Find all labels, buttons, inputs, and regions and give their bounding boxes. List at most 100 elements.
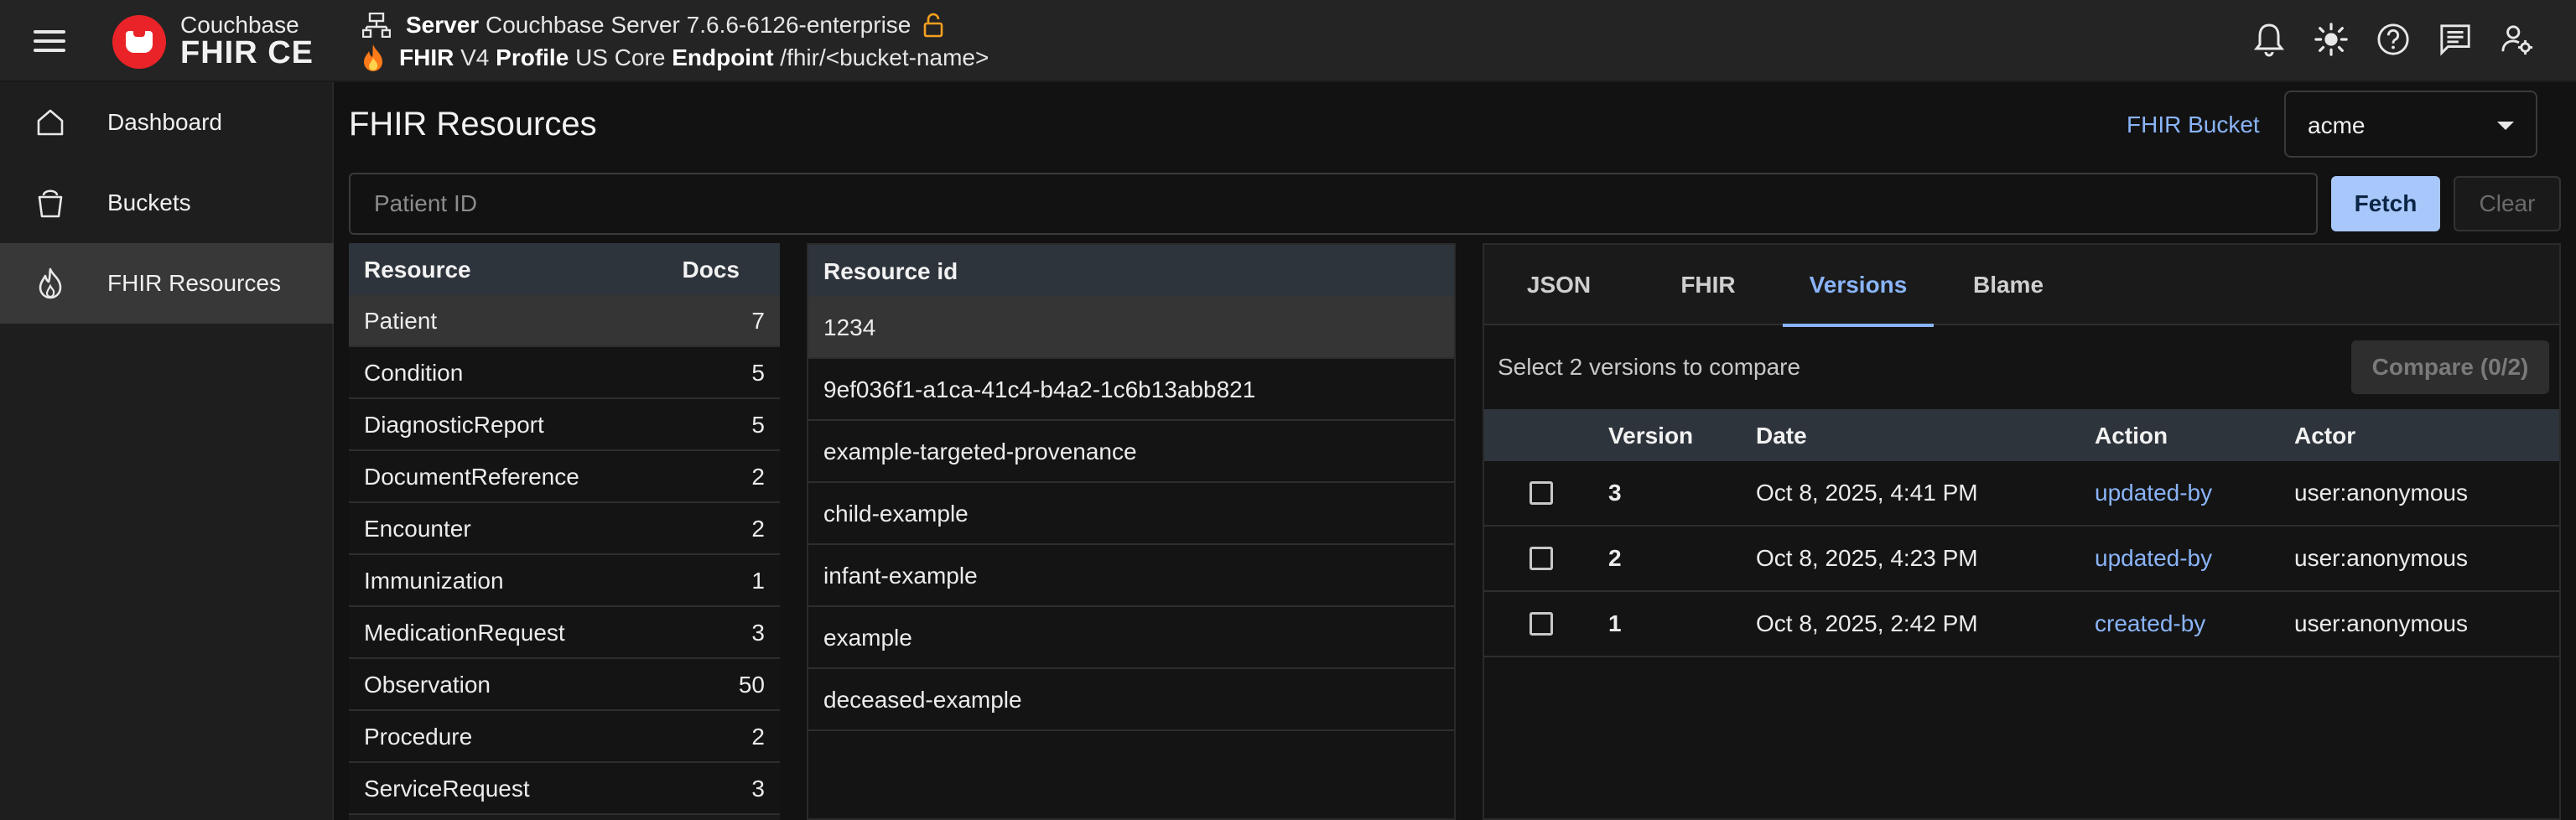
version-date: Oct 8, 2025, 4:41 PM — [1756, 480, 1978, 506]
table-row[interactable]: Condition 5 — [349, 347, 780, 399]
table-row[interactable]: DocumentReference 2 — [349, 451, 780, 503]
profile-value: US Core — [575, 44, 666, 70]
fhir-version: V4 — [460, 44, 490, 70]
column-header-actor: Actor — [2294, 423, 2356, 449]
version-date: Oct 8, 2025, 4:23 PM — [1756, 545, 1978, 571]
sidebar-item-label: Dashboard — [107, 109, 222, 135]
fire-icon — [35, 267, 65, 300]
server-info: Server Couchbase Server 7.6.6-6126-enter… — [362, 12, 944, 39]
table-row: 3 Oct 8, 2025, 4:41 PM updated-by user:anon… — [1484, 461, 2559, 527]
feedback-icon[interactable] — [2438, 20, 2472, 59]
resource-name: Patient — [364, 308, 438, 334]
version-action-link[interactable]: updated-by — [2095, 545, 2212, 572]
resource-doc-count: 2 — [751, 464, 765, 490]
fhir-info: FHIR V4 Profile US Core Endpoint /fhir/<… — [361, 44, 989, 72]
version-checkbox[interactable] — [1530, 481, 1553, 505]
version-number: 2 — [1608, 545, 1622, 571]
table-row[interactable]: child-example — [808, 483, 1454, 545]
column-header-version: Version — [1608, 423, 1694, 449]
resource-id: example-targeted-provenance — [823, 439, 1137, 464]
column-header-date: Date — [1756, 423, 1807, 449]
compare-hint: Select 2 versions to compare — [1498, 354, 1801, 380]
table-row[interactable]: 9ef036f1-a1ca-41c4-b4a2-1c6b13abb821 — [808, 359, 1454, 421]
table-row[interactable]: 1234 — [808, 297, 1454, 359]
tab-blame[interactable]: Blame — [1934, 245, 2083, 325]
version-checkbox[interactable] — [1530, 547, 1553, 570]
endpoint-label: Endpoint — [672, 44, 774, 70]
resource-name: Immunization — [364, 568, 504, 594]
patient-id-input[interactable] — [349, 173, 2318, 235]
fhir-bucket-label: FHIR Bucket — [2127, 112, 2260, 138]
table-row[interactable]: DiagnosticReport 5 — [349, 399, 780, 451]
column-header-resource-id: Resource id — [823, 258, 958, 284]
server-version: Couchbase Server 7.6.6-6126-enterprise — [485, 12, 911, 38]
table-row: 1 Oct 8, 2025, 2:42 PM created-by user:anon… — [1484, 592, 2559, 657]
resource-doc-count: 3 — [751, 776, 765, 802]
menu-icon[interactable] — [34, 29, 67, 54]
endpoint-value: /fhir/<bucket-name> — [780, 44, 989, 70]
bucket-icon — [35, 186, 65, 220]
resource-name: ServiceRequest — [364, 776, 530, 802]
resource-id: 9ef036f1-a1ca-41c4-b4a2-1c6b13abb821 — [823, 376, 1256, 402]
column-header-resource: Resource — [364, 257, 471, 283]
server-network-icon — [362, 13, 391, 38]
resource-name: MedicationRequest — [364, 620, 565, 646]
column-header-action: Action — [2095, 423, 2168, 449]
tab-versions[interactable]: Versions — [1783, 245, 1934, 327]
column-header-docs: Docs — [682, 257, 740, 283]
table-header: Resource Docs — [349, 243, 780, 295]
brightness-icon[interactable] — [2314, 20, 2348, 59]
page-title: FHIR Resources — [349, 106, 597, 143]
sidebar-item-fhir-resources[interactable]: FHIR Resources — [0, 243, 334, 324]
table-row[interactable]: Patient 7 — [349, 295, 780, 347]
lock-open-icon[interactable] — [922, 13, 944, 38]
bucket-select-value: acme — [2308, 112, 2366, 138]
account-settings-icon[interactable] — [2501, 20, 2534, 59]
sidebar-item-label: Buckets — [107, 189, 191, 215]
table-row[interactable]: Procedure 2 — [349, 711, 780, 763]
resource-doc-count: 2 — [751, 724, 765, 750]
tab-json[interactable]: JSON — [1484, 245, 1633, 325]
table-row[interactable]: ServiceRequest 3 — [349, 763, 780, 815]
sidebar: Dashboard Buckets FHIR Resources — [0, 82, 334, 820]
fhir-label: FHIR — [399, 44, 454, 70]
bell-icon[interactable] — [2252, 20, 2286, 59]
resource-id-table: Resource id 1234 9ef036f1-a1ca-41c4-b4a2-… — [807, 243, 1456, 820]
brand-line-2: FHIR CE — [180, 35, 314, 70]
table-row[interactable]: Encounter 2 — [349, 503, 780, 555]
version-checkbox[interactable] — [1530, 612, 1553, 636]
table-row[interactable]: MedicationRequest 3 — [349, 607, 780, 659]
resource-name: DiagnosticReport — [364, 412, 544, 438]
table-row[interactable]: infant-example — [808, 545, 1454, 607]
resource-doc-count: 5 — [751, 360, 765, 386]
clear-button[interactable]: Clear — [2454, 176, 2561, 231]
home-icon — [35, 106, 65, 139]
resource-doc-count: 5 — [751, 412, 765, 438]
compare-button[interactable]: Compare (0/2) — [2351, 340, 2549, 394]
resource-id: example — [823, 625, 912, 651]
table-row[interactable]: example-targeted-provenance — [808, 421, 1454, 483]
sidebar-item-dashboard[interactable]: Dashboard — [0, 82, 334, 163]
version-action-link[interactable]: created-by — [2095, 610, 2205, 637]
resource-id: deceased-example — [823, 687, 1022, 713]
sidebar-item-label: FHIR Resources — [107, 270, 281, 296]
version-action-link[interactable]: updated-by — [2095, 480, 2212, 506]
fetch-button[interactable]: Fetch — [2331, 176, 2440, 231]
resource-name: Condition — [364, 360, 464, 386]
bucket-select[interactable]: acme — [2284, 91, 2537, 158]
version-actor: user:anonymous — [2294, 610, 2469, 636]
versions-table-header: Version Date Action Actor — [1484, 409, 2559, 461]
fhir-fire-icon — [364, 44, 382, 71]
sidebar-item-buckets[interactable]: Buckets — [0, 163, 334, 243]
table-row[interactable]: Observation 50 — [349, 659, 780, 711]
table-row[interactable]: Immunization 1 — [349, 555, 780, 607]
table-row[interactable]: deceased-example — [808, 669, 1454, 731]
table-row[interactable]: example — [808, 607, 1454, 669]
help-icon[interactable] — [2376, 20, 2410, 59]
couchbase-logo — [112, 15, 166, 69]
version-actor: user:anonymous — [2294, 480, 2469, 506]
version-actor: user:anonymous — [2294, 545, 2469, 571]
profile-label: Profile — [496, 44, 569, 70]
tab-fhir[interactable]: FHIR — [1633, 245, 1783, 325]
resource-doc-count: 7 — [751, 308, 765, 334]
